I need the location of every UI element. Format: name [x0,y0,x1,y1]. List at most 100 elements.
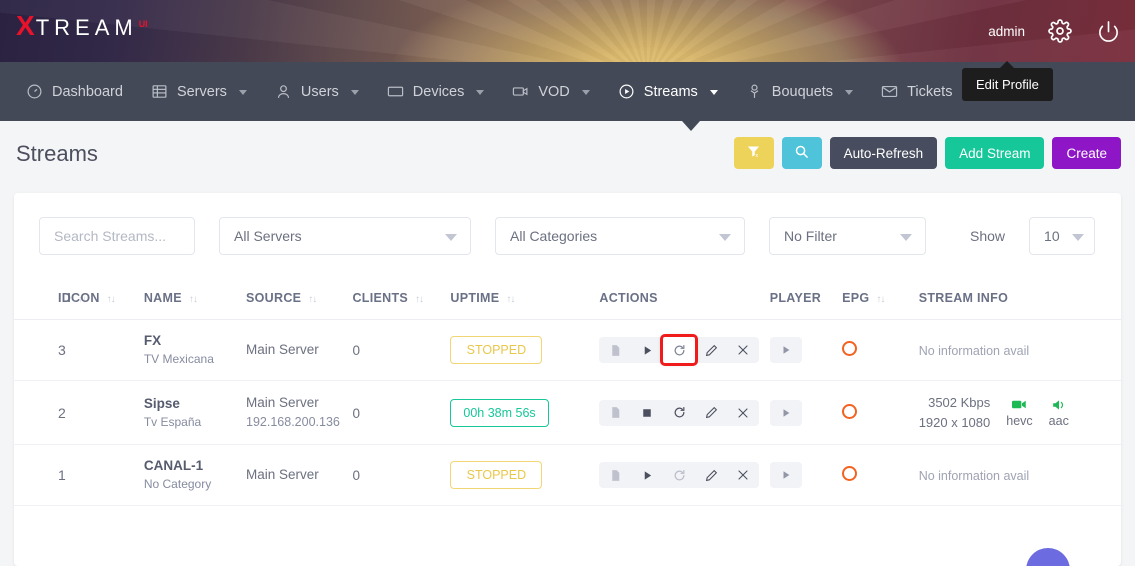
speaker-icon [1052,398,1066,412]
col-uptime[interactable]: UPTIME ↑↓ [450,277,599,320]
show-label: Show [970,228,1005,244]
cell-id: 3 [14,320,67,381]
category-filter-select[interactable]: All Categories [495,217,745,255]
brand-logo[interactable]: XTREAMUI [16,12,148,40]
nav-item-tickets[interactable]: Tickets [867,62,966,121]
auto-refresh-button[interactable]: Auto-Refresh [830,137,938,169]
chevron-down-icon [900,234,912,241]
restart-icon[interactable] [663,400,695,426]
filter-clear-button[interactable]: x [734,137,774,169]
cell-name: FX TV Mexicana [144,320,246,381]
table-row: 2 Sipse Tv España Main Server 192.168.20… [14,381,1121,445]
file-icon[interactable] [599,400,631,426]
devices-icon [387,83,404,100]
power-icon[interactable] [1095,18,1121,44]
cell-uptime: STOPPED [450,445,599,506]
search-input-wrapper[interactable] [39,217,195,255]
action-button-group [599,462,759,488]
action-button-group [599,400,759,426]
chevron-down-icon [445,234,457,241]
close-icon[interactable] [727,337,759,363]
col-label: UPTIME [450,291,499,305]
file-icon[interactable] [599,462,631,488]
edit-icon[interactable] [695,400,727,426]
restart-icon[interactable] [663,462,695,488]
play-icon[interactable] [631,462,663,488]
source-name: Main Server [246,341,352,360]
restart-icon[interactable] [663,337,695,363]
nav-label: Streams [644,84,698,100]
col-icon[interactable]: ICON↑↓ [67,277,144,320]
col-actions: ACTIONS [599,277,769,320]
search-input[interactable] [54,228,180,244]
player-play-button[interactable] [770,337,802,363]
col-clients[interactable]: CLIENTS ↑↓ [352,277,450,320]
nav-item-bouquets[interactable]: Bouquets [732,62,867,121]
cell-id: 2 [14,381,67,445]
cell-player [770,320,842,381]
nav-item-streams[interactable]: Streams [604,62,732,121]
bouquets-icon [746,83,763,100]
create-button[interactable]: Create [1052,137,1121,169]
nav-item-dashboard[interactable]: Dashboard [12,62,137,121]
nav-item-devices[interactable]: Devices [373,62,499,121]
player-play-button[interactable] [770,462,802,488]
sort-icon[interactable]: ↑↓ [506,294,514,305]
stop-icon[interactable] [631,400,663,426]
nav-item-servers[interactable]: Servers [137,62,261,121]
col-player: PLAYER [770,277,842,320]
edit-icon[interactable] [695,462,727,488]
nav-item-vod[interactable]: VOD [498,62,603,121]
cell-source: Main Server [246,320,352,381]
stream-info-text: No information avail [919,344,1029,358]
filter-clear-icon: x [746,144,761,162]
file-icon[interactable] [599,337,631,363]
cell-epg [842,445,919,506]
gear-icon[interactable] [1047,18,1073,44]
status-filter-select[interactable]: No Filter [769,217,926,255]
users-icon [275,83,292,100]
col-id[interactable]: ID↑↓ [14,277,67,320]
cell-player [770,381,842,445]
play-icon[interactable] [631,337,663,363]
sort-icon[interactable]: ↑↓ [189,294,197,305]
col-label: CLIENTS [352,291,408,305]
nav-label: Dashboard [52,84,123,100]
active-nav-indicator [682,121,700,131]
col-name[interactable]: NAME↑↓ [144,277,246,320]
col-epg[interactable]: EPG ↑↓ [842,277,919,320]
nav-item-users[interactable]: Users [261,62,373,121]
audio-codec-group: aac [1049,398,1069,428]
page-action-buttons: x Auto-Refresh Add Stream Create [734,137,1121,169]
close-icon[interactable] [727,400,759,426]
cell-source: Main Server 192.168.200.136 [246,381,352,445]
close-icon[interactable] [727,462,759,488]
brand-sup: UI [139,19,148,29]
cell-icon [67,445,144,506]
status-badge: STOPPED [450,336,542,364]
sort-icon[interactable]: ↑↓ [308,294,316,305]
sort-icon[interactable]: ↑↓ [415,294,423,305]
col-label: EPG [842,291,869,305]
stream-category: No Category [144,475,246,493]
chevron-down-icon [582,90,590,95]
admin-username[interactable]: admin [988,24,1025,39]
search-button[interactable] [782,137,822,169]
rows-per-page-select[interactable]: 10 [1029,217,1095,255]
stream-name: Sipse [144,395,246,413]
edit-icon[interactable] [695,337,727,363]
cell-clients: 0 [352,381,450,445]
cell-icon [67,320,144,381]
page-title: Streams [16,141,98,167]
sort-icon[interactable]: ↑↓ [876,294,884,305]
sort-icon[interactable]: ↑↓ [107,294,115,305]
server-filter-select[interactable]: All Servers [219,217,471,255]
add-stream-button[interactable]: Add Stream [945,137,1044,169]
mail-icon [881,83,898,100]
nav-label: Servers [177,84,227,100]
chevron-down-icon [239,90,247,95]
player-play-button[interactable] [770,400,802,426]
col-source[interactable]: SOURCE↑↓ [246,277,352,320]
edit-profile-tooltip: Edit Profile [962,68,1053,101]
cell-actions [599,320,769,381]
